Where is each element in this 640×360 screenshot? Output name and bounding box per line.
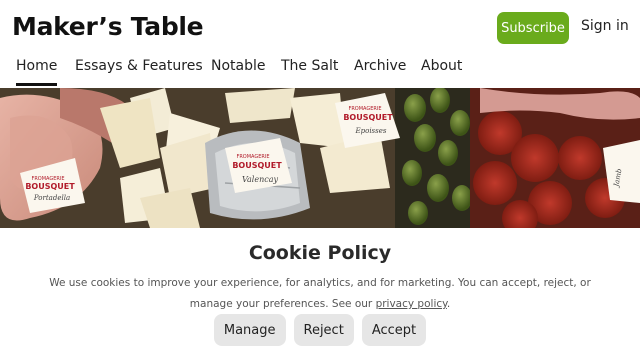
svg-text:BOUSQUET: BOUSQUET	[25, 182, 75, 191]
svg-text:Portadella: Portadella	[33, 194, 70, 202]
nav-item-essays-features[interactable]: Essays & Features	[75, 58, 203, 86]
main-nav: Home Essays & Features Notable The Salt …	[0, 56, 640, 88]
manage-cookies-button[interactable]: Manage	[213, 314, 286, 346]
cheese-label-valencay: FROMAGERIE BOUSQUET Valencay	[225, 138, 292, 193]
privacy-policy-link[interactable]: privacy policy	[376, 298, 447, 310]
svg-text:BOUSQUET: BOUSQUET	[232, 161, 282, 170]
cookie-banner: Cookie Policy We use cookies to improve …	[0, 228, 640, 360]
svg-text:Epoisses: Epoisses	[355, 127, 387, 135]
cookie-banner-message: We use cookies to improve your experienc…	[30, 273, 610, 315]
svg-text:FROMAGERIE: FROMAGERIE	[348, 106, 381, 112]
charcuterie-board-illustration: FROMAGERIE BOUSQUET Portadella FROMAGERI…	[0, 88, 640, 228]
sign-in-link[interactable]: Sign in	[581, 18, 629, 34]
accept-cookies-button[interactable]: Accept	[361, 314, 427, 346]
cookie-banner-title: Cookie Policy	[248, 242, 392, 264]
cookie-message-end: .	[446, 298, 451, 310]
svg-text:BOUSQUET: BOUSQUET	[343, 113, 393, 122]
site-logo[interactable]: Maker’s Table	[12, 12, 204, 41]
subscribe-button[interactable]: Subscribe	[497, 12, 569, 44]
nav-item-home[interactable]: Home	[16, 58, 58, 86]
cookie-message-text: We use cookies to improve your experienc…	[49, 277, 591, 310]
nav-item-the-salt[interactable]: The Salt	[281, 58, 338, 86]
cookie-actions: Manage Reject Accept	[0, 314, 640, 346]
svg-text:FROMAGERIE: FROMAGERIE	[236, 154, 269, 160]
nav-item-notable[interactable]: Notable	[211, 58, 266, 86]
hero-image: FROMAGERIE BOUSQUET Portadella FROMAGERI…	[0, 88, 640, 228]
nav-item-about[interactable]: About	[421, 58, 462, 86]
olives	[395, 88, 475, 228]
nav-item-archive[interactable]: Archive	[354, 58, 406, 86]
reject-cookies-button[interactable]: Reject	[293, 314, 354, 346]
svg-text:Valencay: Valencay	[242, 175, 279, 184]
site-header: Maker’s Table Subscribe Sign in Home Ess…	[0, 0, 640, 88]
